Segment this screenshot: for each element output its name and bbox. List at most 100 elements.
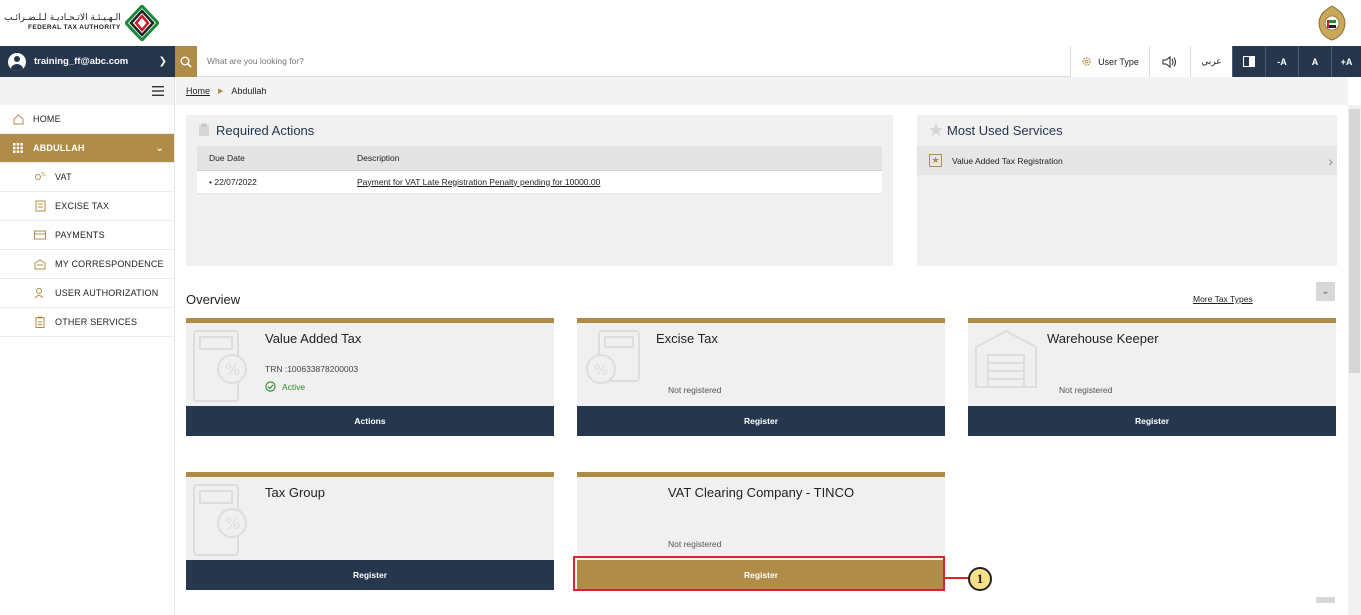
home-icon: [12, 113, 24, 125]
sidebar-item-label: PAYMENTS: [55, 230, 105, 240]
sidebar-item-label: USER AUTHORIZATION: [55, 288, 159, 298]
svg-text:%: %: [225, 514, 240, 533]
most-used-services-title: Most Used Services: [947, 123, 1063, 138]
more-tax-types-link[interactable]: More Tax Types: [1193, 294, 1253, 304]
main-content: Required Actions Due Date Description • …: [176, 105, 1348, 615]
sidebar: HOME ABDULLAH ⌄ % VAT EXCISE TAX PAYMENT…: [0, 77, 175, 615]
sidebar-item-excise-tax[interactable]: EXCISE TAX: [0, 192, 174, 221]
uae-emblem-icon: [1318, 5, 1346, 41]
sidebar-item-label: EXCISE TAX: [55, 201, 110, 211]
card-title: Warehouse Keeper: [1047, 331, 1159, 346]
star-icon: [929, 123, 943, 136]
sidebar-item-label: OTHER SERVICES: [55, 317, 138, 327]
annotation-highlight-box: [573, 556, 945, 591]
sidebar-item-vat[interactable]: % VAT: [0, 163, 174, 192]
font-decrease-button[interactable]: -A: [1265, 46, 1298, 77]
user-account-menu[interactable]: training_ff@abc.com ❯: [0, 46, 175, 77]
sidebar-item-my-correspondence[interactable]: MY CORRESPONDENCE: [0, 250, 174, 279]
breadcrumb-current: Abdullah: [231, 86, 267, 96]
sidebar-item-home[interactable]: HOME: [0, 105, 174, 134]
contrast-toggle-button[interactable]: [1232, 46, 1265, 77]
search-input[interactable]: [197, 46, 1070, 77]
search-icon: [180, 56, 192, 68]
clipboard-icon: [34, 316, 46, 328]
gear-icon: [1082, 57, 1091, 66]
svg-text:%: %: [225, 360, 240, 379]
calculator-percent-icon: %: [193, 484, 247, 556]
card-title: Tax Group: [265, 485, 325, 500]
description-link[interactable]: Payment for VAT Late Registration Penalt…: [345, 170, 882, 194]
warehouse-register-button[interactable]: Register: [968, 406, 1336, 436]
scroll-indicator: [1316, 597, 1335, 603]
page-scrollbar[interactable]: [1348, 105, 1361, 615]
user-type-button[interactable]: User Type: [1070, 46, 1149, 77]
excise-register-button[interactable]: Register: [577, 406, 945, 436]
status-label: Not registered: [1059, 385, 1113, 395]
tax-card-excise: % Excise Tax Not registered Register: [577, 318, 945, 436]
contrast-icon: [1243, 56, 1255, 67]
tax-card-vat: % Value Added Tax TRN :100633878200003 A…: [186, 318, 554, 436]
overview-title: Overview: [186, 292, 241, 307]
most-used-service-item[interactable]: ★ Value Added Tax Registration ›: [917, 146, 1337, 175]
text-to-speech-button[interactable]: [1149, 46, 1190, 77]
tax-group-register-button[interactable]: Register: [186, 560, 554, 590]
logo-text: الـهـيـئـة الاتـحـاديـة لـلـضـرائـب FEDE…: [4, 14, 121, 32]
most-used-services-panel: Most Used Services ★ Value Added Tax Reg…: [917, 115, 1337, 266]
fta-logo-icon: [124, 5, 159, 41]
hamburger-menu-icon: [152, 86, 164, 96]
user-type-label: User Type: [1098, 56, 1139, 67]
svg-text:%: %: [41, 172, 46, 178]
collapse-overview-button[interactable]: ⌄: [1316, 282, 1335, 301]
scrollbar-thumb[interactable]: [1349, 109, 1360, 373]
payments-icon: [34, 229, 46, 241]
status-label: Active: [282, 381, 306, 392]
speaker-icon: [1162, 55, 1176, 68]
required-actions-panel: Required Actions Due Date Description • …: [186, 115, 893, 266]
chevron-down-icon: ❯: [158, 56, 167, 67]
clipboard-icon: [199, 123, 209, 136]
trn-number: TRN :100633878200003: [265, 364, 359, 374]
sidebar-toggle[interactable]: [0, 77, 174, 105]
sidebar-item-user-authorization[interactable]: USER AUTHORIZATION: [0, 279, 174, 308]
calculator-percent-icon: %: [193, 330, 247, 402]
card-title: VAT Clearing Company - TINCO: [667, 485, 855, 500]
card-title: Excise Tax: [656, 331, 718, 346]
sidebar-item-abdullah[interactable]: ABDULLAH ⌄: [0, 134, 174, 163]
required-actions-table: Due Date Description • 22/07/2022 Paymen…: [197, 146, 882, 194]
warehouse-icon: [975, 329, 1037, 388]
due-date-cell: • 22/07/2022: [197, 170, 345, 194]
font-normal-button[interactable]: A: [1298, 46, 1331, 77]
user-avatar-icon: [8, 52, 26, 71]
sidebar-item-other-services[interactable]: OTHER SERVICES: [0, 308, 174, 337]
logo-english: FEDERAL TAX AUTHORITY: [27, 24, 121, 31]
vat-actions-button[interactable]: Actions: [186, 406, 554, 436]
correspondence-icon: [34, 258, 46, 270]
card-title: Value Added Tax: [265, 331, 362, 346]
star-icon: ★: [929, 154, 942, 167]
required-actions-title: Required Actions: [216, 123, 315, 138]
svg-text:%: %: [594, 361, 608, 379]
vat-icon: %: [34, 171, 46, 183]
status-label: Not registered: [668, 539, 722, 549]
annotation-connector: [945, 577, 969, 579]
top-bar: training_ff@abc.com ❯ User Type عربي -A …: [0, 46, 1361, 77]
search-button[interactable]: [175, 46, 197, 77]
language-toggle-button[interactable]: عربي: [1190, 46, 1232, 77]
tax-card-tax-group: % Tax Group Register: [186, 472, 554, 590]
table-header-row: Due Date Description: [197, 146, 882, 171]
tax-card-warehouse-keeper: Warehouse Keeper Not registered Register: [968, 318, 1336, 436]
status-label: Not registered: [668, 385, 722, 395]
breadcrumb-home-link[interactable]: Home: [186, 86, 210, 96]
sidebar-item-payments[interactable]: PAYMENTS: [0, 221, 174, 250]
service-label: Value Added Tax Registration: [952, 155, 1063, 166]
fta-logo[interactable]: الـهـيـئـة الاتـحـاديـة لـلـضـرائـب FEDE…: [4, 5, 159, 41]
table-row: • 22/07/2022 Payment for VAT Late Regist…: [197, 170, 882, 194]
sidebar-item-label: VAT: [55, 172, 72, 182]
excise-calculator-icon: %: [586, 330, 640, 384]
column-header-due-date: Due Date: [197, 146, 345, 171]
breadcrumb: Home ▶ Abdullah: [176, 77, 1348, 105]
font-increase-button[interactable]: +A: [1331, 46, 1361, 77]
header: الـهـيـئـة الاتـحـاديـة لـلـضـرائـب FEDE…: [0, 0, 1361, 46]
user-email: training_ff@abc.com: [34, 56, 129, 67]
column-header-description: Description: [345, 146, 882, 171]
